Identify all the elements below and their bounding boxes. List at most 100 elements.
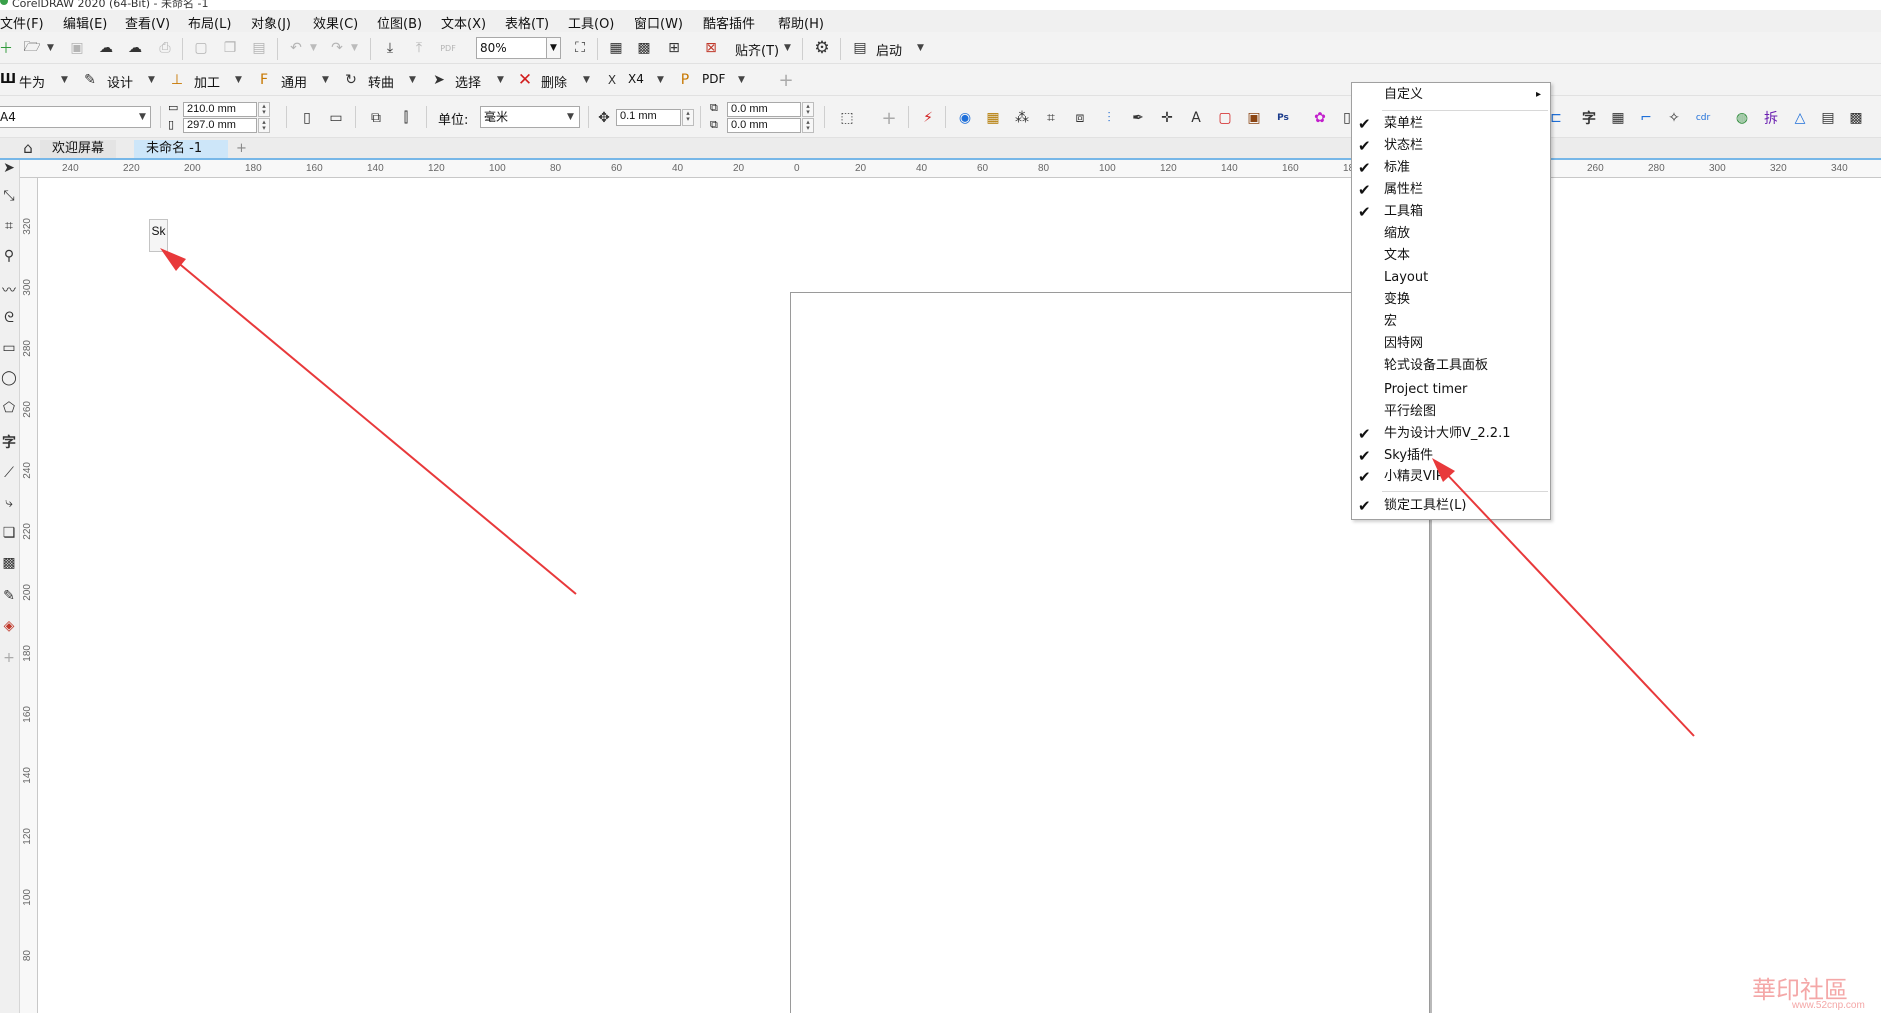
duplicate-y-spinner[interactable]: ▴ ▾ [802,118,814,133]
export-icon[interactable]: ⤒ [409,38,429,58]
niuwei-button[interactable]: 牛为 [19,72,45,91]
undo-icon[interactable]: ↶ [286,38,306,58]
plugin-cdr-icon[interactable]: cdr [1693,108,1713,128]
process-button[interactable]: 加工 [194,72,220,91]
units-select[interactable]: 毫米 [480,106,580,128]
context-menu-item[interactable]: 菜单栏 [1384,114,1423,134]
menu-table[interactable]: 表格(T) [505,13,549,32]
pdf-button[interactable]: PDF [702,72,725,86]
connector-tool-icon[interactable]: ⤷ [0,495,18,517]
context-menu-item[interactable]: 宏 [1384,312,1397,332]
plugin-character-icon[interactable]: 字 [1579,108,1599,128]
context-menu-item[interactable]: 平行绘图 [1384,402,1436,422]
vertical-ruler[interactable]: 320 300 280 260 240 220 200 180 160 140 120 100 80 [20,178,38,1013]
copy-icon[interactable]: ❐ [220,38,240,58]
paste-icon[interactable]: ▤ [249,38,269,58]
polygon-tool-icon[interactable]: ⬠ [0,400,18,422]
document-page[interactable] [790,292,1430,1013]
plugin-step-icon[interactable]: ⌐ [1636,108,1656,128]
menu-window[interactable]: 窗口(W) [634,13,683,32]
plugin-align-icon[interactable]: ⧈ [1070,108,1090,128]
plugin-distribute-icon[interactable]: ⫶ [1099,108,1119,128]
delete-button[interactable]: 删除 [541,72,567,91]
context-menu-item[interactable]: 自定义 [1384,85,1423,105]
nudge-spinner[interactable]: ▴ ▾ [682,109,694,126]
menu-help[interactable]: 帮助(H) [778,13,824,32]
freehand-tool-icon[interactable]: 〰 [0,280,18,302]
menu-text[interactable]: 文本(X) [441,13,486,32]
parallel-dimension-tool-icon[interactable]: ⟋ [0,465,18,487]
show-guidelines-icon[interactable]: ⊞ [664,38,684,58]
home-icon[interactable]: ⌂ [18,138,38,158]
plugin-grid-icon[interactable]: ▦ [1608,108,1628,128]
add-toolbar-plus-icon[interactable]: + [776,70,796,91]
context-menu-item[interactable]: 变换 [1384,290,1410,310]
publish-pdf-icon[interactable]: PDF [438,38,458,58]
plugin-layers-icon[interactable]: ▦ [983,108,1003,128]
snap-to-label[interactable]: 贴齐(T) [735,40,779,59]
menu-effects[interactable]: 效果(C) [313,13,358,32]
landscape-icon[interactable]: ▭ [326,108,346,128]
import-icon[interactable]: ⤓ [380,38,400,58]
context-menu-item[interactable]: 标准 [1384,158,1410,178]
context-menu-item[interactable]: Sky插件 [1384,446,1433,466]
plugin-qr-icon[interactable]: ▩ [1846,108,1866,128]
niuwei-dropdown-icon[interactable]: ▼ [61,75,68,85]
all-pages-icon[interactable]: ⧉ [366,108,386,128]
plugin-red-frame-icon[interactable]: ▢ [1215,108,1235,128]
design-dropdown-icon[interactable]: ▼ [148,75,155,85]
select-dropdown-icon[interactable]: ▼ [497,75,504,85]
page-size-dropdown-icon[interactable]: ▼ [139,112,146,122]
plugin-shape-icon[interactable]: ✧ [1664,108,1684,128]
undo-dropdown-icon[interactable]: ▼ [310,43,317,53]
show-grid-icon[interactable]: ▩ [634,38,654,58]
context-menu-item[interactable]: Layout [1384,268,1428,288]
zoom-dropdown-icon[interactable]: ▼ [546,37,561,59]
menu-bitmaps[interactable]: 位图(B) [377,13,422,32]
context-menu-item[interactable]: 工具箱 [1384,202,1423,222]
context-menu-item[interactable]: 状态栏 [1384,136,1423,156]
duplicate-x-spinner[interactable]: ▴ ▾ [802,102,814,117]
plugin-image-icon[interactable]: ▣ [1244,108,1264,128]
tab-untitled-1[interactable]: 未命名 -1 [134,140,228,158]
context-menu-item[interactable]: 缩放 [1384,224,1410,244]
crop-tool-icon[interactable]: ⌗ [0,218,18,240]
pdf-dropdown-icon[interactable]: ▼ [738,75,745,85]
x4-button[interactable]: X4 [628,72,644,86]
duplicate-distance-x-input[interactable]: 0.0 mm [727,102,801,117]
drop-shadow-tool-icon[interactable]: ❏ [0,525,18,547]
bounding-box-icon[interactable]: ⬚ [837,108,857,128]
redo-dropdown-icon[interactable]: ▼ [351,43,358,53]
menu-tools[interactable]: 工具(O) [568,13,614,32]
plugin-pen-icon[interactable]: ✒ [1128,108,1148,128]
plugin-globe-icon[interactable]: ◉ [955,108,975,128]
nudge-distance-input[interactable]: 0.1 mm [616,109,681,126]
snap-dropdown-icon[interactable]: ▼ [784,43,791,53]
current-page-icon[interactable]: ⫿ [396,108,416,128]
context-menu-item[interactable]: 属性栏 [1384,180,1423,200]
context-menu-item[interactable]: 牛为设计大师V_2.2.1 [1384,424,1510,444]
launch-dropdown-icon[interactable]: ▼ [917,43,924,53]
x4-dropdown-icon[interactable]: ▼ [657,75,664,85]
rectangle-tool-icon[interactable]: ▭ [0,340,18,362]
menu-kuke-plugin[interactable]: 酷客插件 [703,13,755,32]
menu-edit[interactable]: 编辑(E) [63,13,107,32]
artistic-media-tool-icon[interactable]: ᘓ [0,310,18,332]
plugin-doc-icon[interactable]: ▤ [1818,108,1838,128]
menu-object[interactable]: 对象(J) [251,13,291,32]
full-screen-preview-icon[interactable]: ⛶ [570,38,590,58]
page-width-spinner[interactable]: ▴ ▾ [258,102,270,117]
menu-file[interactable]: 文件(F) [0,13,44,32]
context-menu-item[interactable]: 轮式设备工具面板 [1384,356,1488,376]
process-dropdown-icon[interactable]: ▼ [235,75,242,85]
options-gear-icon[interactable]: ⚙ [812,38,832,58]
transparency-tool-icon[interactable]: ▩ [0,555,18,577]
context-menu-item[interactable]: 因特网 [1384,334,1423,354]
general-dropdown-icon[interactable]: ▼ [322,75,329,85]
zoom-tool-icon[interactable]: ⚲ [0,248,18,270]
page-width-input[interactable]: 210.0 mm [183,102,257,117]
page-size-select[interactable]: A4 [0,106,151,128]
save-icon[interactable]: ▣ [67,38,87,58]
plugin-pattern-icon[interactable]: ⁂ [1012,108,1032,128]
design-button[interactable]: 设计 [107,72,133,91]
